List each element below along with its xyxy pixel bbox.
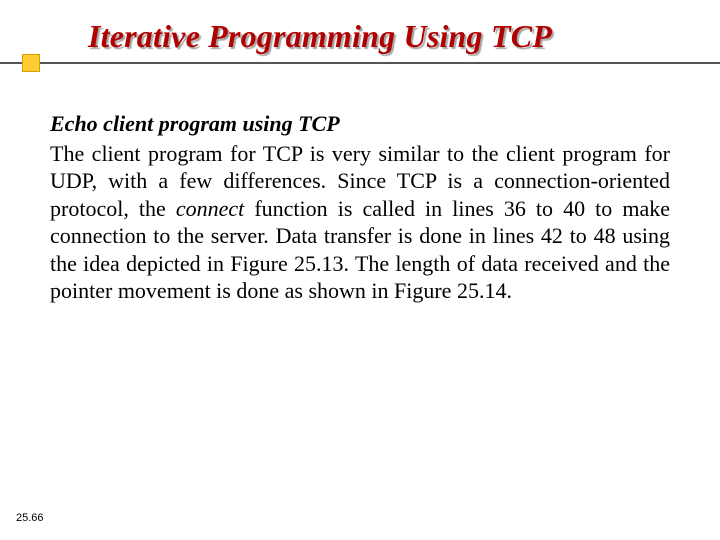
paragraph: The client program for TCP is very simil… bbox=[50, 140, 670, 305]
title-underline bbox=[0, 62, 720, 64]
subheading: Echo client program using TCP bbox=[50, 110, 670, 138]
para-em: connect bbox=[176, 196, 244, 221]
body-text: Echo client program using TCP The client… bbox=[50, 110, 670, 305]
page-number: 25.66 bbox=[16, 512, 44, 524]
bullet-square-icon bbox=[22, 54, 40, 72]
slide: Iterative Programming Using TCP Echo cli… bbox=[0, 0, 720, 540]
slide-title: Iterative Programming Using TCP bbox=[88, 18, 552, 55]
